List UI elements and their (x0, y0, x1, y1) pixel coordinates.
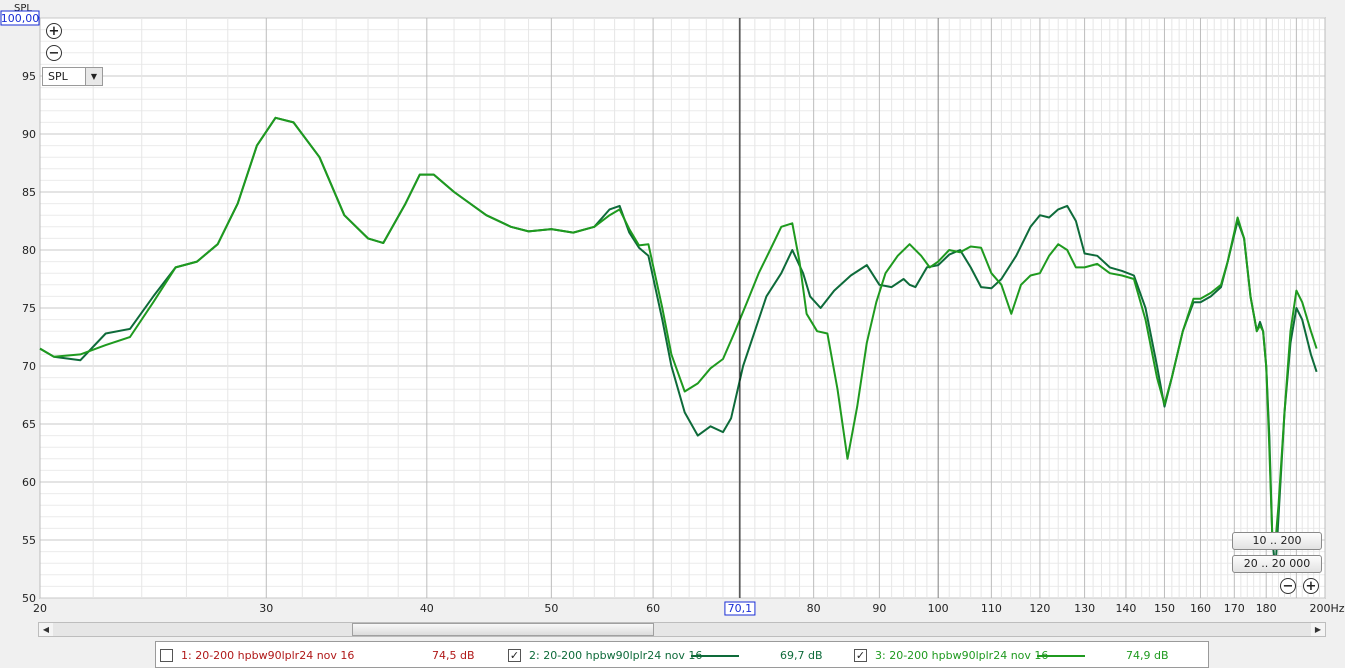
x-unit-label: 200Hz (1309, 602, 1344, 615)
x-tick-label: 30 (259, 602, 273, 615)
y-top-value[interactable]: 100,00 (1, 12, 40, 25)
x-tick-label: 130 (1074, 602, 1095, 615)
y-tick-label: 60 (22, 476, 36, 489)
horizontal-scrollbar[interactable]: ◀ ▶ (38, 622, 1326, 637)
legend-value-3: 74,9 dB (1126, 649, 1169, 662)
scroll-thumb[interactable] (352, 623, 654, 636)
x-tick-label: 80 (807, 602, 821, 615)
x-axis-labels: 20 30 40 50 60 80 90 100 110 120 130 140 150 160 170 18… (33, 602, 1345, 615)
x-tick-label: 100 (928, 602, 949, 615)
legend-value-2: 69,7 dB (780, 649, 823, 662)
cursor-value-label: 70,1 (728, 602, 753, 615)
zoom-in-icon[interactable]: + (46, 23, 62, 39)
x-tick-label: 160 (1190, 602, 1211, 615)
x-tick-label: 170 (1224, 602, 1245, 615)
legend-checkbox-3[interactable]: ✓ (854, 649, 867, 662)
x-tick-label: 20 (33, 602, 47, 615)
x-tick-label: 60 (646, 602, 660, 615)
y-tick-label: 80 (22, 244, 36, 257)
y-tick-label: 65 (22, 418, 36, 431)
y-tick-label: 55 (22, 534, 36, 547)
legend-value-1: 74,5 dB (432, 649, 475, 662)
x-tick-label: 50 (544, 602, 558, 615)
y-tick-label: 70 (22, 360, 36, 373)
scroll-left-icon[interactable]: ◀ (39, 623, 53, 636)
legend-checkbox-2[interactable]: ✓ (508, 649, 521, 662)
legend-item-1[interactable]: 1: 20-200 hpbw90lplr24 nov 16 74,5 dB (160, 649, 490, 663)
scroll-right-icon[interactable]: ▶ (1311, 623, 1325, 636)
legend-name-1: 1: 20-200 hpbw90lplr24 nov 16 (181, 649, 355, 662)
y-tick-label: 90 (22, 128, 36, 141)
legend-item-3[interactable]: ✓ 3: 20-200 hpbw90lplr24 nov 16 74,9 dB (854, 649, 1194, 663)
spl-chart[interactable]: 70,1 50 55 60 65 70 75 80 85 90 95 20 30 40 50 60 80 90… (0, 0, 1345, 620)
spl-select[interactable]: SPL ▼ (42, 67, 103, 86)
legend-swatch-3 (1037, 655, 1085, 657)
x-tick-label: 40 (420, 602, 434, 615)
range-20-20000-button[interactable]: 20 .. 20 000 (1232, 555, 1322, 573)
x-zoom-out-icon[interactable]: − (1280, 578, 1296, 594)
legend-name-2: 2: 20-200 hpbw90lplr24 nov 16 (529, 649, 703, 662)
legend-name-3: 3: 20-200 hpbw90lplr24 nov 16 (875, 649, 1049, 662)
legend: 1: 20-200 hpbw90lplr24 nov 16 74,5 dB ✓ … (155, 641, 1209, 668)
x-zoom-in-icon[interactable]: + (1303, 578, 1319, 594)
zoom-out-icon[interactable]: − (46, 45, 62, 61)
x-tick-label: 120 (1029, 602, 1050, 615)
y-tick-label: 95 (22, 70, 36, 83)
y-tick-label: 85 (22, 186, 36, 199)
x-tick-label: 150 (1154, 602, 1175, 615)
x-tick-label: 180 (1256, 602, 1277, 615)
spl-select-value: SPL (48, 70, 68, 83)
legend-item-2[interactable]: ✓ 2: 20-200 hpbw90lplr24 nov 16 69,7 dB (508, 649, 838, 663)
y-axis-labels: 50556065707580859095 (22, 70, 36, 605)
y-tick-label: 75 (22, 302, 36, 315)
legend-checkbox-1[interactable] (160, 649, 173, 662)
x-tick-label: 110 (981, 602, 1002, 615)
x-tick-label: 90 (872, 602, 886, 615)
x-tick-label: 140 (1115, 602, 1136, 615)
legend-swatch-2 (691, 655, 739, 657)
chevron-down-icon[interactable]: ▼ (85, 68, 102, 85)
range-10-200-button[interactable]: 10 .. 200 (1232, 532, 1322, 550)
